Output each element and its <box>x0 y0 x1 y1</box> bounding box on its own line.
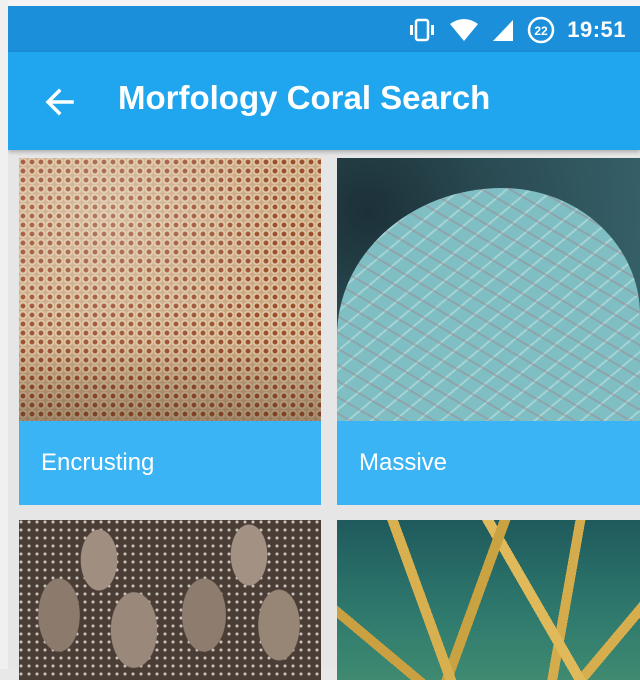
status-icons: 22 19:51 <box>407 16 626 44</box>
morphology-card-4[interactable] <box>337 520 640 680</box>
notification-badge-count: 22 <box>535 24 549 38</box>
coral-morphology-grid: Encrusting Massive <box>8 150 640 680</box>
wifi-icon <box>449 18 479 42</box>
page-title: Morfology Coral Search <box>118 79 491 116</box>
arrow-left-icon <box>45 88 74 116</box>
morphology-card-3[interactable] <box>19 520 321 680</box>
card-label-bar: Massive <box>337 421 640 505</box>
status-clock: 19:51 <box>567 17 626 42</box>
finger-coral-image <box>19 520 321 680</box>
back-button[interactable] <box>42 84 78 120</box>
morphology-card-massive[interactable]: Massive <box>337 158 640 505</box>
branching-coral-image <box>337 520 640 680</box>
card-label-bar: Encrusting <box>19 421 321 505</box>
vibrate-icon <box>407 17 437 43</box>
massive-coral-image <box>337 158 640 421</box>
signal-icon <box>491 18 515 42</box>
status-bar: 22 19:51 <box>8 6 640 52</box>
morphology-card-encrusting[interactable]: Encrusting <box>19 158 321 505</box>
encrusting-coral-image <box>19 158 321 421</box>
card-label: Encrusting <box>41 449 155 476</box>
app-bar: Morfology Coral Search <box>8 52 640 150</box>
window-frame-left <box>0 0 8 669</box>
card-label: Massive <box>359 449 448 476</box>
notification-badge-icon: 22 <box>527 16 555 44</box>
